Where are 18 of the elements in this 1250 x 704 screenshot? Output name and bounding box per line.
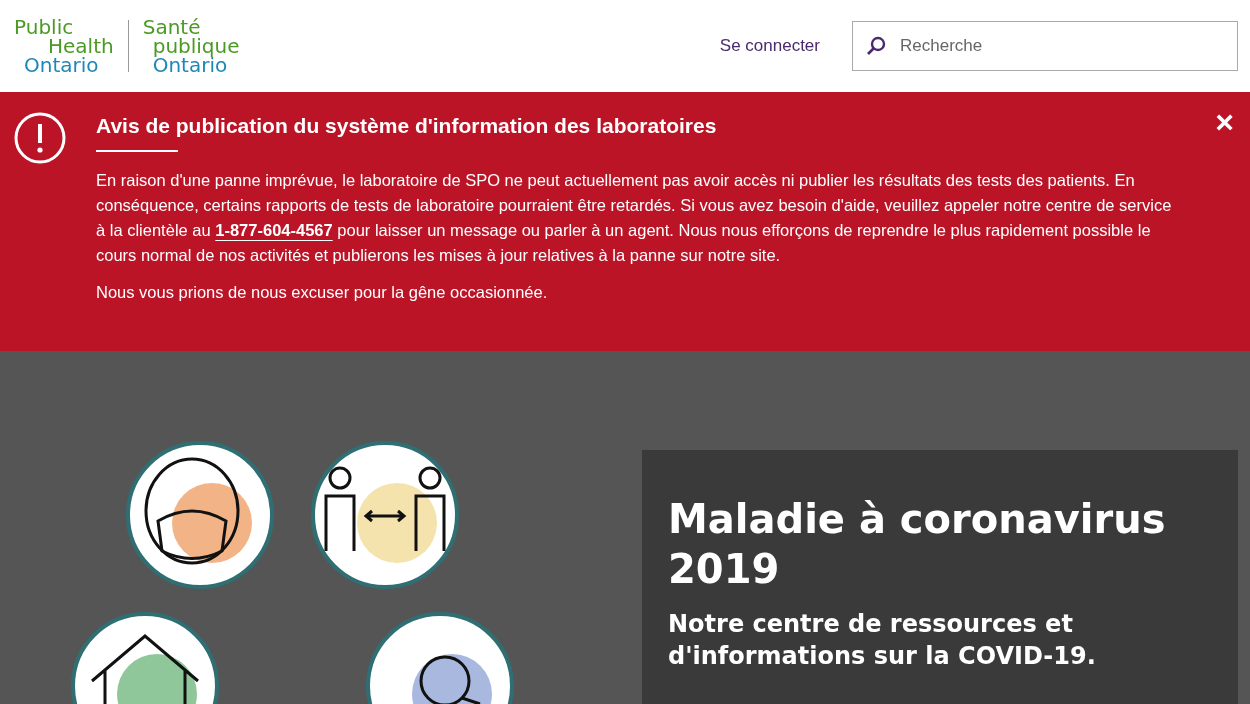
magnifier-icon (366, 612, 514, 704)
login-link[interactable]: Se connecter (719, 36, 820, 56)
close-button[interactable]: × (1209, 104, 1240, 141)
logo-text: Public (14, 17, 74, 37)
alert-title: Avis de publication du système d'information des laboratoires (96, 114, 718, 138)
apology-text: Nous vous prions de nous excuser pour la gêne occasionnée. (96, 283, 549, 302)
social-distancing-icon (311, 441, 459, 589)
hero-title: Maladie à coronavirus 2019 (668, 495, 1167, 594)
alert-icon (14, 112, 66, 164)
alert-message: En raison d'une panne imprévue, le laboratoire de SPO ne peut actuellement pas avoir accès ni publier les résultats des tests des patients. En conséquence, certains rapports de tests de laboratoire pourraient être retardés. Si vous avez besoin d'aide, veuillez appeler notre centre de service à la clientèle au 1-877-604-4567 pour laisser un message ou parler à un agent. Nous nous efforçons de reprendre le plus rapidement possible le cours normal de nos activités et publierons les mises à jour relatives à la panne sur notre site. (96, 170, 1173, 266)
house-icon (71, 612, 219, 704)
logo-text: publique (152, 36, 240, 56)
logo-text: Health (48, 36, 114, 56)
phone-link[interactable]: 1-877-604-4567 (215, 221, 333, 239)
logo-text: Santé (142, 17, 201, 37)
search-field[interactable]: Recherche (852, 21, 1238, 71)
logo-text: Ontario (23, 55, 99, 75)
hero-subtitle: Notre centre de ressources et d'informations sur la COVID-19. (668, 609, 1097, 672)
